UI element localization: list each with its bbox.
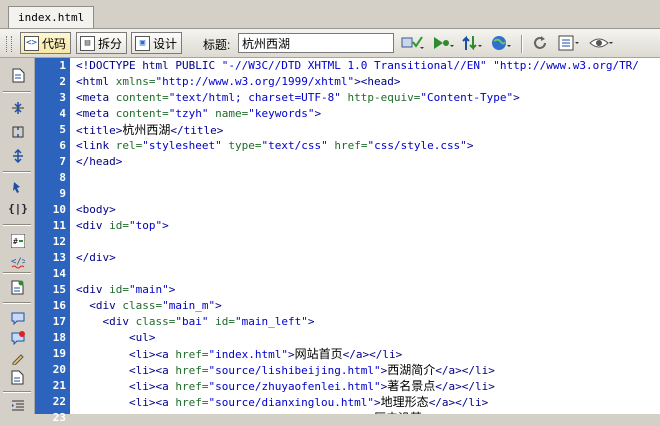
line-number: 10: [52, 203, 66, 216]
code-line[interactable]: <li><a href="source/zhuyaofenlei.html">著…: [70, 378, 660, 394]
code-line[interactable]: <meta content="text/html; charset=UTF-8"…: [70, 90, 660, 106]
toolbar-rule: [3, 171, 31, 172]
document-toolbar: <> 代码 ▤ 拆分 ▣ 设计 标题:: [0, 29, 660, 58]
split-view-button[interactable]: ▤ 拆分: [76, 32, 128, 54]
code-editor[interactable]: <!DOCTYPE html PUBLIC "-//W3C//DTD XHTML…: [70, 58, 660, 414]
line-number: 7: [59, 155, 66, 168]
code-line[interactable]: </head>: [70, 154, 660, 170]
design-view-button[interactable]: ▣ 设计: [131, 32, 183, 54]
coding-toolbar: {|} # </>: [0, 58, 35, 414]
code-line[interactable]: <li><a href="source/dianxinglou.html">地理…: [70, 394, 660, 410]
open-documents-icon[interactable]: [11, 68, 25, 83]
line-number: 11: [52, 219, 66, 232]
document-tab-bar: index.html: [0, 0, 660, 29]
line-number: 8: [59, 171, 66, 184]
code-line[interactable]: <ul>: [70, 330, 660, 346]
toolbar-rule: [3, 272, 31, 273]
toolbar-rule: [3, 302, 31, 303]
line-number: 5: [59, 123, 66, 136]
page-title-input[interactable]: [238, 33, 394, 53]
code-line[interactable]: <li><a href="source/lishiyange.html">历史沿…: [70, 410, 660, 414]
line-number: 21: [52, 379, 66, 392]
globe-icon[interactable]: [489, 33, 513, 53]
line-number: 18: [52, 331, 66, 344]
recent-snippets-icon[interactable]: [11, 370, 25, 385]
select-parent-tag-icon[interactable]: [11, 178, 25, 193]
line-number: 13: [52, 251, 66, 264]
line-number: 20: [52, 363, 66, 376]
apply-comment-icon[interactable]: [11, 310, 25, 325]
line-number: 12: [52, 235, 66, 248]
syntax-error-alerts-icon[interactable]: [11, 280, 25, 295]
line-number: 9: [59, 187, 66, 200]
line-number: 23: [52, 411, 66, 424]
code-line[interactable]: <title>杭州西湖</title>: [70, 122, 660, 138]
code-view-label: 代码: [42, 36, 67, 51]
line-number: 17: [52, 315, 66, 328]
line-number: 2: [59, 75, 66, 88]
code-line[interactable]: <li><a href="source/lishibeijing.html">西…: [70, 362, 660, 378]
toolbar-rule: [3, 91, 31, 92]
line-number: 1: [59, 59, 66, 72]
svg-text:</>: </>: [11, 257, 25, 267]
code-line[interactable]: <div class="bai" id="main_left">: [70, 314, 660, 330]
line-number: 14: [52, 267, 66, 280]
toolbar-grip[interactable]: [6, 36, 12, 52]
line-number: 19: [52, 347, 66, 360]
collapse-full-tag-icon[interactable]: [11, 100, 25, 115]
expand-all-icon[interactable]: [11, 148, 25, 163]
code-line[interactable]: <body>: [70, 202, 660, 218]
code-view-icon: <>: [24, 35, 39, 51]
code-view-button[interactable]: <> 代码: [20, 32, 72, 54]
code-line[interactable]: ​: [70, 266, 660, 282]
indent-code-icon[interactable]: [11, 398, 25, 413]
code-line[interactable]: <li><a href="index.html">网站首页</a></li>: [70, 346, 660, 362]
collapse-selection-icon[interactable]: [11, 124, 25, 139]
line-number: 6: [59, 139, 66, 152]
split-view-label: 拆分: [98, 36, 123, 51]
line-numbers-icon[interactable]: #: [11, 233, 25, 248]
svg-text:#: #: [13, 237, 18, 246]
title-label: 标题:: [203, 38, 231, 52]
preview-browser-icon[interactable]: [431, 33, 455, 53]
code-line[interactable]: <html xmlns="http://www.w3.org/1999/xhtm…: [70, 74, 660, 90]
code-line[interactable]: <div id="main">: [70, 282, 660, 298]
sync-icon[interactable]: [460, 33, 484, 53]
toolbar-separator: [521, 35, 522, 53]
highlight-invalid-code-icon[interactable]: </>: [11, 254, 25, 269]
line-number: 4: [59, 107, 66, 120]
code-line[interactable]: <div id="top">: [70, 218, 660, 234]
code-line[interactable]: ​: [70, 234, 660, 250]
balance-braces-icon[interactable]: {|}: [8, 201, 28, 216]
toolbar-rule: [3, 391, 31, 392]
design-view-icon: ▣: [135, 35, 150, 51]
line-number-gutter: 1 2 3 4 5 6 7 8 9 10 11 12 13 14 15 16 17 18 19 20 21 22 23: [35, 58, 70, 424]
code-line[interactable]: <!DOCTYPE html PUBLIC "-//W3C//DTD XHTML…: [70, 58, 660, 74]
remove-comment-icon[interactable]: [11, 330, 25, 345]
file-management-icon[interactable]: [400, 33, 426, 53]
line-number: 3: [59, 91, 66, 104]
line-number: 22: [52, 395, 66, 408]
code-line[interactable]: </div>: [70, 250, 660, 266]
code-line[interactable]: <div class="main_m">: [70, 298, 660, 314]
line-number: 15: [52, 283, 66, 296]
code-line[interactable]: ​: [70, 186, 660, 202]
visual-aids-icon[interactable]: [588, 33, 616, 53]
code-line[interactable]: <link rel="stylesheet" type="text/css" h…: [70, 138, 660, 154]
document-tab-index-html[interactable]: index.html: [8, 6, 95, 28]
split-view-icon: ▤: [80, 35, 95, 51]
code-line[interactable]: <meta content="tzyh" name="keywords">: [70, 106, 660, 122]
view-options-icon[interactable]: [557, 33, 583, 53]
design-view-label: 设计: [153, 36, 178, 51]
refresh-icon[interactable]: [530, 33, 550, 53]
code-line[interactable]: ​: [70, 170, 660, 186]
line-number: 16: [52, 299, 66, 312]
wrap-tag-icon[interactable]: [11, 350, 25, 365]
toolbar-rule: [3, 224, 31, 225]
